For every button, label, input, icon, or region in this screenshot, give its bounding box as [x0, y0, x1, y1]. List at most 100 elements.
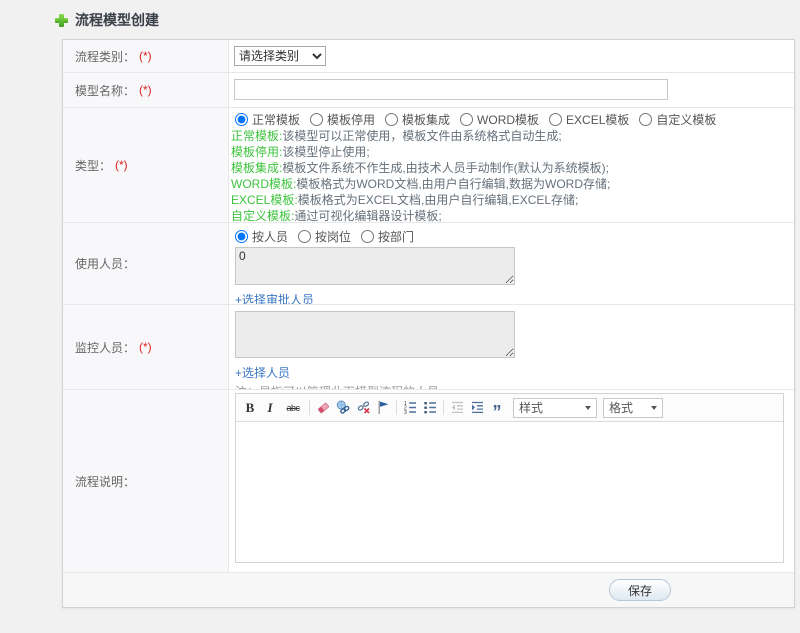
description-editor-body[interactable]	[236, 422, 783, 562]
row-model-name: 模型名称： (*)	[63, 73, 794, 108]
users-mode-person-radio[interactable]	[235, 230, 248, 243]
help-desc: 模板文件系统不作生成,由技术人员手动制作(默认为系统模板);	[282, 161, 610, 175]
select-approvers-link[interactable]: +选择审批人员	[235, 291, 794, 304]
type-option-integrated[interactable]: 模板集成	[385, 111, 450, 128]
blockquote-icon: ”	[492, 401, 502, 422]
users-textarea[interactable]: 0	[235, 247, 515, 285]
link-button[interactable]	[333, 398, 353, 418]
numbered-list-button[interactable]: 1 2 3	[400, 398, 420, 418]
description-label-cell: 流程说明：	[63, 390, 229, 572]
outdent-icon	[451, 401, 463, 414]
row-users: 使用人员： 按人员 按岗位 按部门 0 +选择审批人员 注：是指允许使用此模型的…	[63, 223, 794, 305]
italic-icon: I	[267, 399, 273, 415]
type-label-cell: 类型： (*)	[63, 108, 229, 222]
page: { "header": { "title": "流程模型创建" }, "requ…	[0, 0, 800, 633]
type-label: 类型：	[75, 158, 112, 173]
type-radio-custom[interactable]	[639, 113, 653, 126]
anchor-flag-icon	[378, 401, 388, 414]
help-desc: 该模型可以正常使用，模板文件由系统格式自动生成;	[282, 129, 562, 143]
type-help-line: 模板集成:模板文件系统不作生成,由技术人员手动制作(默认为系统模板);	[229, 160, 794, 176]
monitors-required-marker: (*)	[139, 340, 152, 354]
blockquote-button[interactable]: ”	[487, 398, 507, 422]
type-required-marker: (*)	[115, 158, 128, 172]
type-help-line: 正常模板:该模型可以正常使用，模板文件由系统格式自动生成;	[229, 128, 794, 144]
svg-text:3: 3	[404, 410, 407, 415]
type-content-cell: 正常模板 模板停用 模板集成 WORD模板 EXCEL模板 自定义模板 正常模板…	[229, 108, 794, 222]
help-desc: 通过可视化编辑器设计模板;	[294, 209, 442, 222]
toolbar-separator	[443, 400, 444, 415]
type-option-normal[interactable]: 正常模板	[235, 111, 300, 128]
users-mode-person-label: 按人员	[252, 230, 289, 244]
editor-toolbar: B I abc 1 2 3 ” 样式 格式	[236, 394, 783, 422]
category-label: 流程类别：	[75, 49, 136, 64]
type-radio-group: 正常模板 模板停用 模板集成 WORD模板 EXCEL模板 自定义模板	[229, 111, 794, 128]
users-label-cell: 使用人员：	[63, 223, 229, 304]
add-icon	[55, 13, 68, 27]
model-name-content-cell	[229, 73, 794, 107]
type-radio-word[interactable]	[460, 113, 474, 126]
anchor-flag-button[interactable]	[373, 398, 393, 418]
format-dropdown-label: 格式	[609, 401, 634, 415]
users-mode-department-radio[interactable]	[361, 230, 375, 243]
italic-button[interactable]: I	[260, 398, 280, 418]
type-option-word[interactable]: WORD模板	[460, 111, 539, 128]
category-label-cell: 流程类别： (*)	[63, 40, 229, 72]
unlink-button[interactable]	[353, 398, 373, 418]
type-help-line: 自定义模板:通过可视化编辑器设计模板;	[229, 208, 794, 222]
type-radio-normal[interactable]	[235, 113, 248, 126]
type-option-integrated-label: 模板集成	[402, 113, 451, 127]
save-button[interactable]: 保存	[609, 579, 671, 601]
strikethrough-button[interactable]: abc	[280, 398, 306, 418]
row-monitors: 监控人员： (*) +选择人员 注：是指可以管理此下模型流程的人员	[63, 305, 794, 390]
help-term: 正常模板:	[231, 129, 283, 143]
users-label: 使用人员：	[75, 257, 136, 271]
type-help-line: EXCEL模板:模板格式为EXCEL文档,由用户自行编辑,EXCEL存储;	[229, 192, 794, 208]
type-option-excel-label: EXCEL模板	[566, 113, 630, 127]
help-desc: 该模型停止使用;	[282, 145, 370, 159]
type-radio-disabled[interactable]	[310, 113, 324, 126]
type-radio-integrated[interactable]	[385, 113, 399, 126]
type-radio-excel[interactable]	[549, 113, 563, 126]
type-help-line: 模板停用:该模型停止使用;	[229, 144, 794, 160]
monitors-textarea[interactable]	[235, 311, 515, 358]
help-desc: 模板格式为EXCEL文档,由用户自行编辑,EXCEL存储;	[297, 193, 579, 207]
format-dropdown[interactable]: 格式	[603, 397, 663, 418]
styles-dropdown[interactable]: 样式	[513, 397, 597, 418]
toolbar-separator	[396, 400, 397, 415]
indent-button[interactable]	[467, 398, 487, 418]
description-content-cell: B I abc 1 2 3 ” 样式 格式	[229, 390, 794, 572]
select-people-link[interactable]: +选择人员	[235, 364, 794, 381]
type-option-excel[interactable]: EXCEL模板	[549, 111, 629, 128]
unlink-icon	[357, 401, 370, 414]
users-mode-position-radio[interactable]	[298, 230, 312, 243]
type-option-custom[interactable]: 自定义模板	[639, 111, 716, 128]
users-mode-position-label: 按岗位	[315, 230, 352, 244]
page-header: 流程模型创建	[0, 0, 800, 39]
outdent-button[interactable]	[447, 398, 467, 418]
model-name-input[interactable]	[234, 79, 668, 100]
bold-button[interactable]: B	[240, 398, 260, 418]
category-select[interactable]: 请选择类别	[234, 46, 326, 66]
users-mode-department[interactable]: 按部门	[361, 228, 414, 245]
users-mode-person[interactable]: 按人员	[235, 228, 288, 245]
type-option-disabled[interactable]: 模板停用	[310, 111, 375, 128]
help-term: WORD模板:	[231, 177, 297, 191]
monitors-label-cell: 监控人员： (*)	[63, 305, 229, 389]
monitors-note: 注：是指可以管理此下模型流程的人员	[235, 383, 794, 389]
save-row: 保存	[63, 573, 794, 607]
type-option-custom-label: 自定义模板	[656, 113, 717, 127]
model-name-required-marker: (*)	[139, 83, 152, 97]
remove-format-button[interactable]	[313, 398, 333, 418]
page-title: 流程模型创建	[75, 12, 159, 28]
remove-format-icon	[317, 402, 329, 414]
model-name-label-cell: 模型名称： (*)	[63, 73, 229, 107]
users-mode-radio-group: 按人员 按岗位 按部门	[235, 228, 794, 245]
row-category: 流程类别： (*) 请选择类别	[63, 40, 794, 73]
monitors-label: 监控人员：	[75, 340, 136, 355]
users-mode-position[interactable]: 按岗位	[298, 228, 351, 245]
numbered-list-icon: 1 2 3	[404, 401, 416, 415]
type-option-normal-label: 正常模板	[252, 113, 301, 127]
type-option-disabled-label: 模板停用	[327, 113, 376, 127]
bold-icon: B	[245, 399, 255, 415]
bullet-list-button[interactable]	[420, 398, 440, 418]
